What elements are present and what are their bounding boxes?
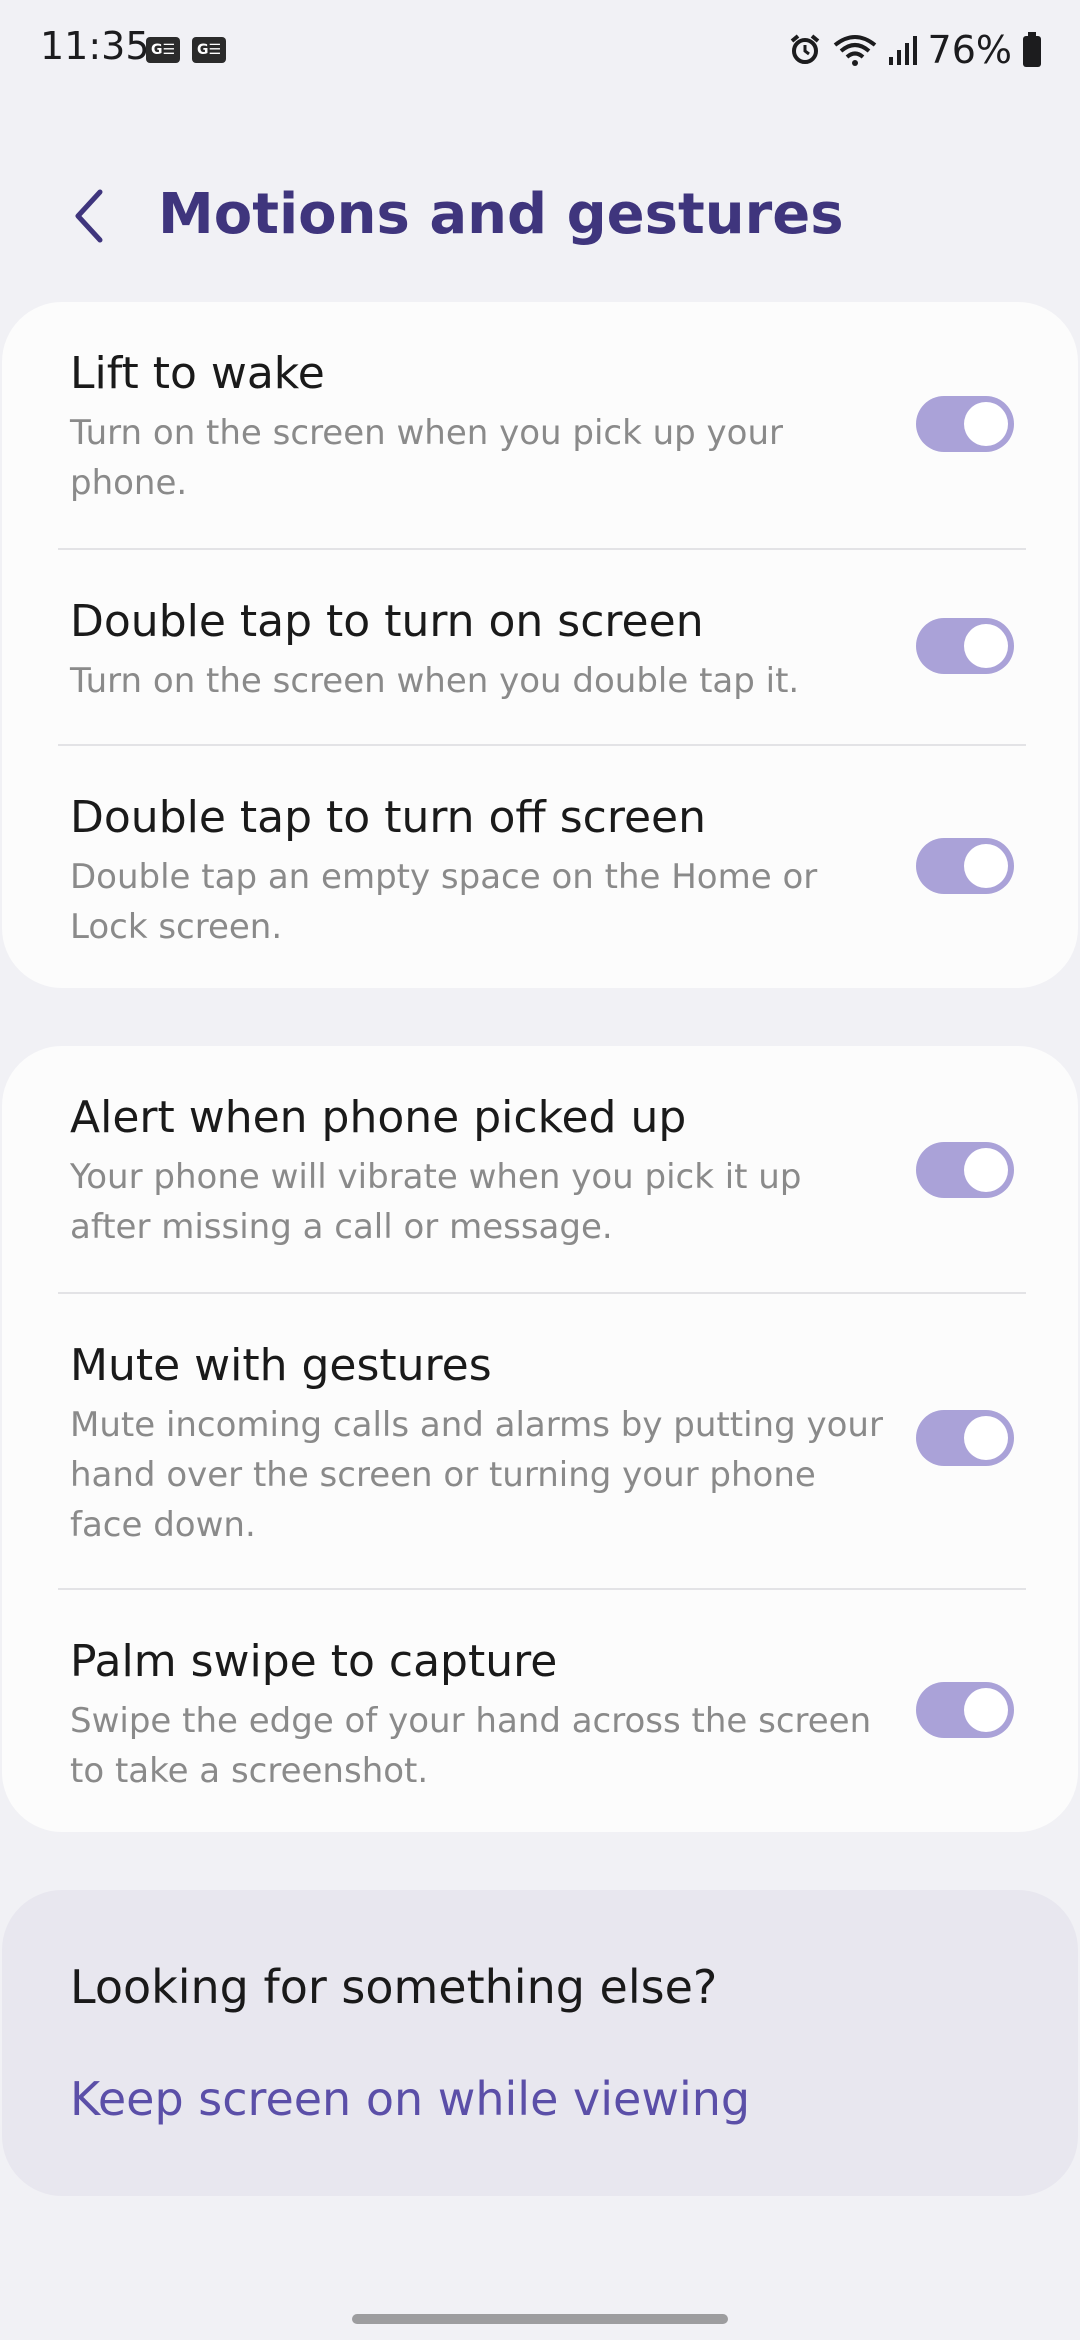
setting-row-lift-to-wake[interactable]: Lift to wake Turn on the screen when you…	[2, 302, 1078, 548]
toggle-knob	[964, 402, 1008, 446]
setting-title: Alert when phone picked up	[70, 1092, 687, 1143]
notification-icon: G☰	[146, 37, 180, 63]
setting-title: Double tap to turn off screen	[70, 792, 707, 843]
chevron-left-icon	[75, 189, 103, 243]
setting-row-double-tap-on[interactable]: Double tap to turn on screen Turn on the…	[2, 550, 1078, 744]
setting-description: Turn on the screen when you pick up your…	[70, 413, 784, 503]
mute-gestures-toggle[interactable]	[916, 1410, 1014, 1466]
setting-row-palm-swipe[interactable]: Palm swipe to capture Swipe the edge of …	[2, 1590, 1078, 1832]
setting-description: Turn on the screen when you double tap i…	[70, 661, 800, 701]
setting-title: Palm swipe to capture	[70, 1636, 558, 1687]
home-indicator[interactable]	[352, 2314, 728, 2324]
settings-card-gestures: Alert when phone picked up Your phone wi…	[2, 1046, 1078, 1832]
setting-row-double-tap-off[interactable]: Double tap to turn off screen Double tap…	[2, 746, 1078, 988]
setting-description: Your phone will vibrate when you pick it…	[70, 1157, 802, 1247]
alert-picked-up-toggle[interactable]	[916, 1142, 1014, 1198]
toggle-knob	[964, 624, 1008, 668]
status-icons: 76%	[788, 24, 1042, 76]
settings-screen: 11:35 G☰ G☰ 76% Motions and gestures Lif…	[0, 0, 1080, 2340]
toggle-knob	[964, 1688, 1008, 1732]
alarm-icon	[790, 34, 819, 64]
setting-title: Lift to wake	[70, 348, 325, 399]
back-button[interactable]	[60, 180, 120, 250]
setting-title: Mute with gestures	[70, 1340, 492, 1391]
wifi-icon	[833, 35, 876, 66]
keep-screen-on-link[interactable]: Keep screen on while viewing	[70, 2072, 750, 2126]
signal-icon	[888, 36, 917, 65]
status-bar: 11:35 G☰ G☰ 76%	[0, 0, 1080, 100]
notification-icon: G☰	[192, 37, 226, 63]
status-time: 11:35	[40, 24, 150, 68]
setting-description: Mute incoming calls and alarms by puttin…	[70, 1405, 883, 1545]
double-tap-off-toggle[interactable]	[916, 838, 1014, 894]
page-header: Motions and gestures	[0, 170, 1080, 260]
toggle-knob	[964, 1148, 1008, 1192]
setting-description: Double tap an empty space on the Home or…	[70, 857, 818, 947]
setting-row-alert-picked-up[interactable]: Alert when phone picked up Your phone wi…	[2, 1046, 1078, 1292]
suggestions-heading: Looking for something else?	[70, 1960, 718, 2014]
suggestions-card: Looking for something else? Keep screen …	[2, 1890, 1078, 2196]
palm-swipe-toggle[interactable]	[916, 1682, 1014, 1738]
battery-percent: 76%	[927, 28, 1012, 72]
setting-row-mute-gestures[interactable]: Mute with gestures Mute incoming calls a…	[2, 1294, 1078, 1588]
double-tap-on-toggle[interactable]	[916, 618, 1014, 674]
lift-to-wake-toggle[interactable]	[916, 396, 1014, 452]
settings-card-screen-wake: Lift to wake Turn on the screen when you…	[2, 302, 1078, 988]
setting-description: Swipe the edge of your hand across the s…	[70, 1701, 872, 1791]
page-title: Motions and gestures	[158, 182, 844, 247]
toggle-knob	[964, 844, 1008, 888]
battery-icon	[1023, 32, 1041, 67]
setting-title: Double tap to turn on screen	[70, 596, 704, 647]
toggle-knob	[964, 1416, 1008, 1460]
